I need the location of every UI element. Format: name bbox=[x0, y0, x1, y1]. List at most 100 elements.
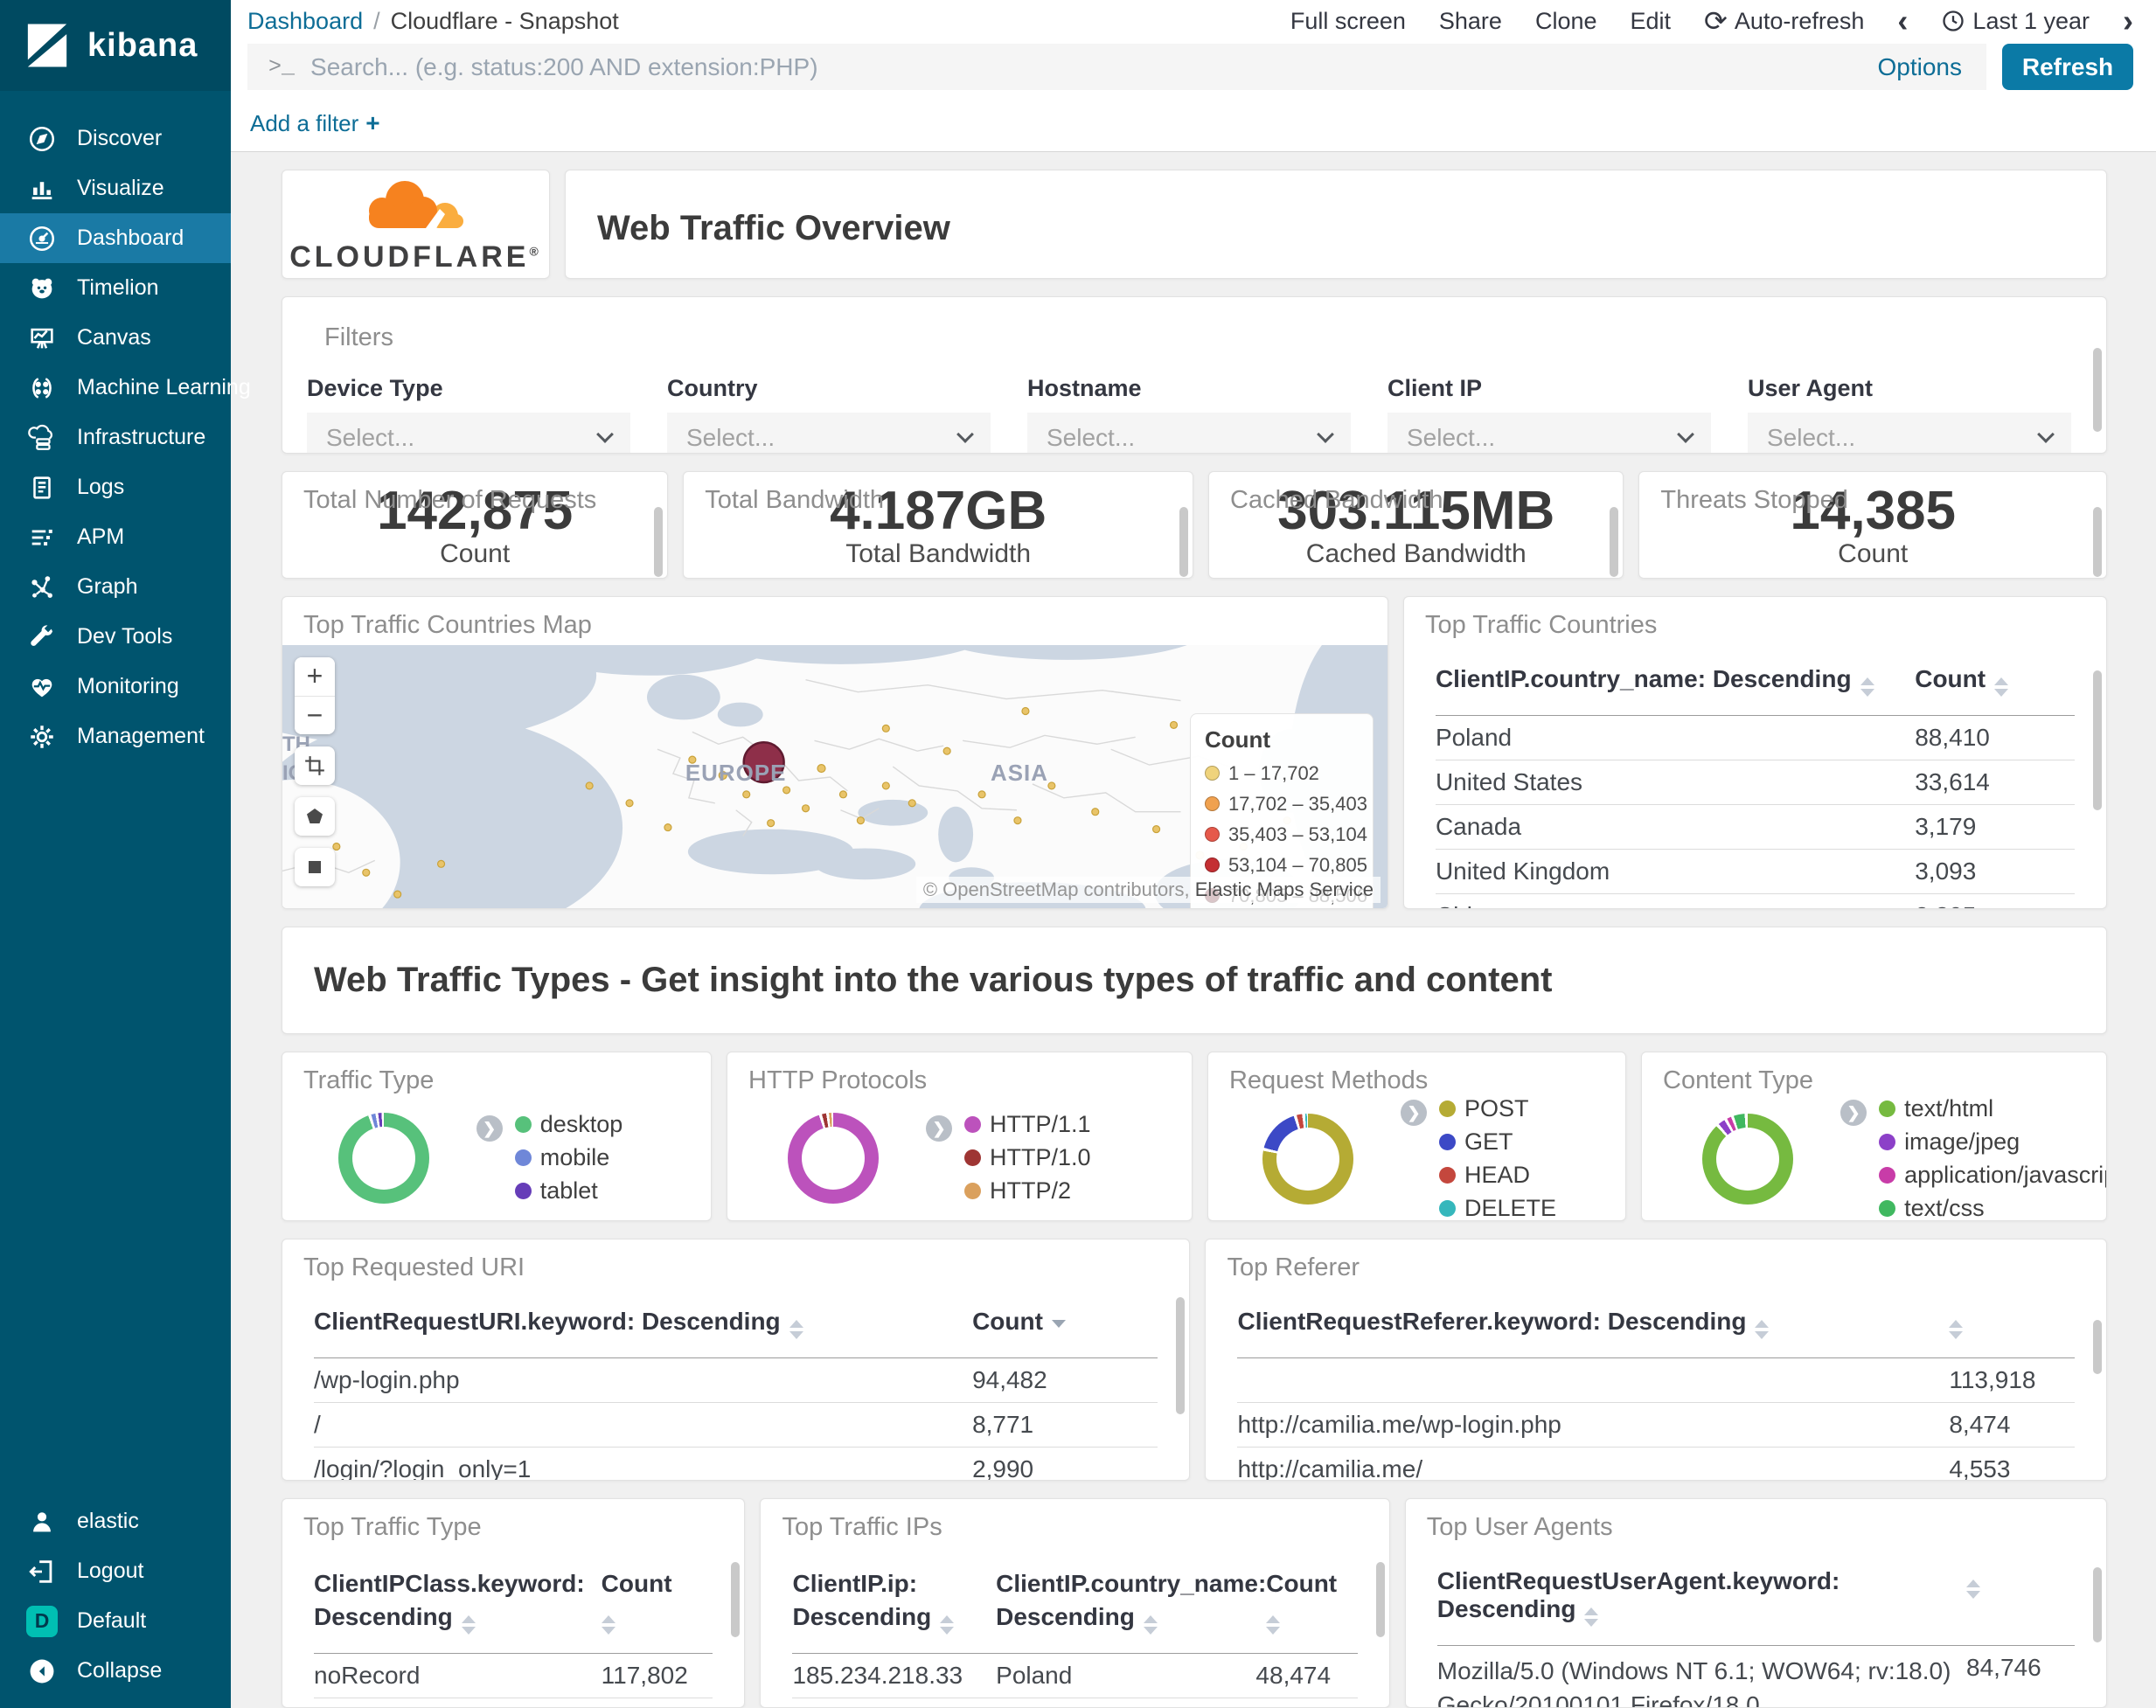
sidebar-item-logout[interactable]: Logout bbox=[0, 1546, 231, 1596]
legend-expand-icon[interactable]: ❯ bbox=[476, 1115, 503, 1142]
traffic-type-donut[interactable] bbox=[337, 1112, 429, 1204]
column-header[interactable]: Count bbox=[601, 1559, 713, 1642]
column-header[interactable] bbox=[1949, 1300, 2075, 1347]
top-requested-uri-panel: Top Requested URI ClientRequestURI.keywo… bbox=[282, 1239, 1191, 1481]
sidebar-item-user[interactable]: elastic bbox=[0, 1496, 231, 1546]
sidebar-item-visualize[interactable]: Visualize bbox=[0, 163, 231, 213]
kibana-logo[interactable]: kibana bbox=[0, 0, 231, 91]
scrollbar-thumb[interactable] bbox=[1176, 1297, 1186, 1414]
breadcrumb-dashboard-link[interactable]: Dashboard bbox=[247, 8, 363, 34]
share-button[interactable]: Share bbox=[1439, 8, 1502, 35]
options-link[interactable]: Options bbox=[1878, 53, 1963, 81]
auto-refresh-button[interactable]: ⟳ Auto-refresh bbox=[1704, 4, 1864, 38]
device-type-select[interactable]: Select... bbox=[307, 413, 630, 454]
search-bar[interactable]: >_ Options bbox=[247, 44, 1986, 90]
sidebar-item-canvas[interactable]: Canvas bbox=[0, 313, 231, 363]
column-header[interactable]: ClientIP.ip: Descending bbox=[792, 1559, 996, 1642]
table-row: Poland 88,410 bbox=[1435, 716, 2075, 760]
column-header[interactable]: Count bbox=[1266, 1559, 1358, 1642]
table-row: 185.234.218.33 Poland 48,474 bbox=[792, 1654, 1358, 1698]
search-input[interactable] bbox=[310, 52, 1862, 81]
sidebar-item-infrastructure[interactable]: Infrastructure bbox=[0, 413, 231, 462]
scrollbar-thumb[interactable] bbox=[731, 1562, 741, 1637]
column-header[interactable]: Count bbox=[1915, 657, 2075, 705]
sidebar-item-logs[interactable]: Logs bbox=[0, 462, 231, 512]
sidebar-item-discover[interactable]: Discover bbox=[0, 114, 231, 163]
sidebar-item-collapse[interactable]: Collapse bbox=[0, 1646, 231, 1696]
table-row: China2,805 bbox=[1436, 894, 2075, 908]
legend-expand-icon[interactable]: ❯ bbox=[1401, 1100, 1427, 1126]
column-header[interactable]: ClientRequestUserAgent.keyword: Descendi… bbox=[1437, 1559, 1966, 1635]
column-header[interactable]: ClientRequestURI.keyword: Descending bbox=[314, 1300, 972, 1347]
column-header[interactable]: ClientIP.country_name: Descending bbox=[1436, 657, 1915, 705]
legend-expand-icon[interactable]: ❯ bbox=[926, 1115, 953, 1142]
user-agent-select[interactable]: Select... bbox=[1748, 413, 2071, 454]
dev-tools-icon bbox=[26, 621, 58, 653]
management-icon bbox=[26, 721, 58, 753]
sidebar-item-dashboard[interactable]: Dashboard bbox=[0, 213, 231, 263]
sidebar-item-space-default[interactable]: D Default bbox=[0, 1596, 231, 1646]
time-range-picker[interactable]: Last 1 year bbox=[1941, 8, 2090, 35]
request-methods-donut[interactable] bbox=[1262, 1113, 1353, 1205]
scrollbar-thumb[interactable] bbox=[2093, 348, 2102, 433]
time-back-chevron[interactable]: ‹ bbox=[1897, 5, 1908, 37]
table-row: United States 33,614 bbox=[1435, 760, 2075, 805]
kibana-app: kibana Discover Visualize Dashboard Time… bbox=[0, 0, 2156, 1708]
scrollbar-thumb[interactable] bbox=[1610, 507, 1619, 578]
legend-dot bbox=[514, 1116, 532, 1133]
sidebar-item-graph[interactable]: Graph bbox=[0, 562, 231, 612]
zoom-out-button[interactable]: − bbox=[295, 695, 335, 734]
sidebar-item-dev-tools[interactable]: Dev Tools bbox=[0, 612, 231, 662]
section-heading: Web Traffic Types - Get insight into the… bbox=[314, 960, 1553, 999]
sidebar-item-apm[interactable]: APM bbox=[0, 512, 231, 562]
sidebar-item-machine-learning[interactable]: Machine Learning bbox=[0, 363, 251, 413]
rectangle-tool-button[interactable] bbox=[295, 847, 335, 886]
scrollbar-thumb[interactable] bbox=[654, 507, 664, 578]
content-type-donut[interactable] bbox=[1702, 1113, 1794, 1205]
sidebar-item-management[interactable]: Management bbox=[0, 712, 231, 761]
add-filter-button[interactable]: Add a filter + bbox=[250, 109, 380, 137]
fullscreen-button[interactable]: Full screen bbox=[1290, 8, 1406, 35]
column-header[interactable]: Count bbox=[972, 1300, 1158, 1343]
clone-button[interactable]: Clone bbox=[1535, 8, 1597, 35]
table-row: Canada 3,179 bbox=[1435, 805, 2075, 850]
http-protocols-donut[interactable] bbox=[788, 1112, 880, 1204]
scrollbar-thumb[interactable] bbox=[2093, 1320, 2102, 1374]
space-badge: D bbox=[26, 1605, 58, 1637]
polygon-tool-button[interactable] bbox=[295, 796, 335, 836]
scrollbar-thumb[interactable] bbox=[2093, 1567, 2102, 1642]
column-header[interactable]: ClientRequestReferer.keyword: Descending bbox=[1237, 1300, 1949, 1347]
refresh-button[interactable]: Refresh bbox=[2002, 44, 2133, 90]
column-header[interactable] bbox=[1966, 1559, 2075, 1607]
sidebar-item-monitoring[interactable]: Monitoring bbox=[0, 662, 231, 712]
world-map[interactable]: EUROPE ASIA TH IC + − Count 1 – 17,702 1… bbox=[282, 644, 1387, 908]
sidebar-item-timelion[interactable]: Timelion bbox=[0, 263, 231, 313]
metric-cached-bandwidth: Cached Bandwidth 303.115MB Cached Bandwi… bbox=[1208, 471, 1624, 579]
scrollbar-thumb[interactable] bbox=[2093, 507, 2102, 578]
column-header[interactable]: ClientIPClass.keyword: Descending bbox=[314, 1559, 602, 1642]
scrollbar-thumb[interactable] bbox=[1375, 1562, 1385, 1637]
hostname-select[interactable]: Select... bbox=[1027, 413, 1351, 454]
sort-icon bbox=[1860, 677, 1874, 697]
client-ip-select[interactable]: Select... bbox=[1387, 413, 1711, 454]
country-select[interactable]: Select... bbox=[667, 413, 991, 454]
legend-dot bbox=[514, 1149, 532, 1166]
top-traffic-countries-panel: Top Traffic Countries ClientIP.country_n… bbox=[1402, 595, 2107, 909]
table-row: /wp-login.php 94,482 bbox=[314, 1358, 1158, 1403]
crop-tool-button[interactable] bbox=[295, 746, 335, 785]
zoom-in-button[interactable]: + bbox=[295, 656, 335, 696]
sidebar-item-label: Machine Learning bbox=[77, 375, 251, 399]
top-referer-panel: Top Referer ClientRequestReferer.keyword… bbox=[1205, 1239, 2107, 1481]
legend-dot bbox=[1439, 1200, 1456, 1217]
sort-icon bbox=[1266, 1614, 1281, 1635]
sort-icon bbox=[1949, 1320, 1964, 1339]
canvas-icon bbox=[26, 323, 58, 354]
legend-expand-icon[interactable]: ❯ bbox=[1840, 1100, 1867, 1126]
time-forward-chevron[interactable]: › bbox=[2123, 5, 2133, 37]
sidebar-nav: Discover Visualize Dashboard Timelion Ca… bbox=[0, 91, 251, 1496]
scrollbar-thumb[interactable] bbox=[1179, 507, 1189, 578]
edit-button[interactable]: Edit bbox=[1631, 8, 1672, 35]
column-header[interactable]: ClientIP.country_name: Descending bbox=[996, 1559, 1266, 1642]
sidebar-item-label: Discover bbox=[77, 126, 163, 150]
scrollbar-thumb[interactable] bbox=[2093, 670, 2102, 810]
